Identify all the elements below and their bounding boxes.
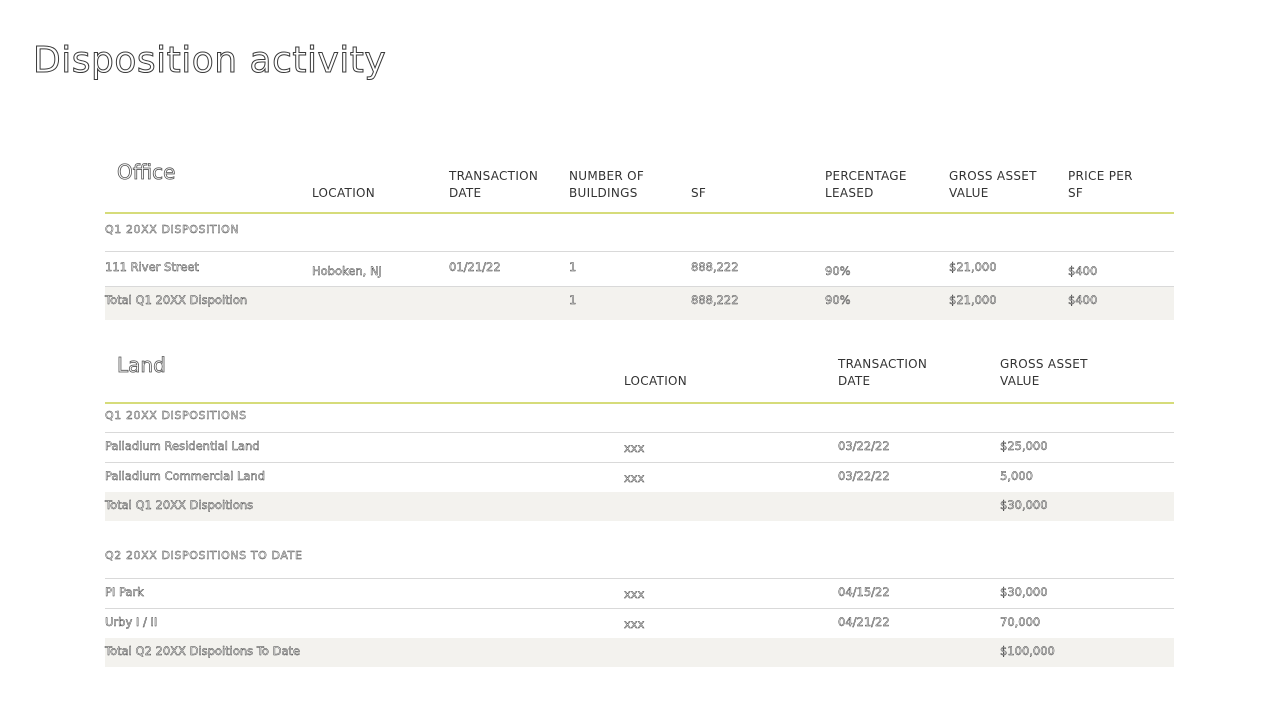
row-location: Hoboken, NJ [312,264,382,278]
row-name: Urby I / II [105,615,158,629]
total-leased: 90% [825,293,851,307]
total-sf: 888,222 [691,293,739,307]
land-header-gross-asset-value: GROSS ASSET VALUE [1000,357,1088,388]
divider [105,578,1174,579]
office-header-percentage-leased: PERCENTAGE LEASED [825,169,907,200]
row-gav: $21,000 [949,260,997,274]
land-header-rule [105,402,1174,404]
office-header-price-per-sf: PRICE PER SF [1068,169,1133,200]
land-total-row: Total Q2 20XX Dispoitions To Date $100,0… [105,638,1174,667]
row-location: xxx [624,471,645,485]
office-section-title: Office [117,160,176,185]
land-group-label: Q1 20XX DISPOSITIONS [105,409,247,422]
office-header-sf: SF [691,186,707,200]
row-sf: 888,222 [691,260,739,274]
row-name: Palladium Residential Land [105,439,260,453]
row-date: 01/21/22 [449,260,501,274]
total-gav: $100,000 [1000,644,1055,658]
land-header-transaction-date: TRANSACTION DATE [838,357,928,388]
row-date: 04/21/22 [838,615,890,629]
total-gav: $21,000 [949,293,997,307]
divider [105,432,1174,433]
row-gav: 5,000 [1000,469,1033,483]
row-gav: 70,000 [1000,615,1041,629]
row-location: xxx [624,587,645,601]
row-psf: $400 [1068,264,1098,278]
office-group-label: Q1 20XX DISPOSITION [105,223,240,236]
page-title: Disposition activity [32,40,387,82]
row-gav: $25,000 [1000,439,1048,453]
divider [105,462,1174,463]
office-header-transaction-date: TRANSACTION DATE [449,169,539,200]
total-buildings: 1 [569,293,577,307]
row-name: Palladium Commercial Land [105,469,266,483]
office-total-row: Total Q1 20XX Dispoition 1 888,222 90% $… [105,287,1174,320]
row-date: 03/22/22 [838,469,890,483]
total-psf: $400 [1068,293,1098,307]
land-total-row: Total Q1 20XX Dispoitions $30,000 [105,492,1174,521]
total-name: Total Q2 20XX Dispoitions To Date [105,644,301,658]
total-gav: $30,000 [1000,498,1048,512]
row-date: 04/15/22 [838,585,890,599]
land-group-label: Q2 20XX DISPOSITIONS TO DATE [105,549,303,562]
row-leased: 90% [825,264,851,278]
land-header-location: LOCATION [624,374,688,388]
divider [105,608,1174,609]
office-header-number-of-buildings: NUMBER OF BUILDINGS [569,169,645,200]
total-name: Total Q1 20XX Dispoitions [105,498,254,512]
office-header-location: LOCATION [312,186,376,200]
row-date: 03/22/22 [838,439,890,453]
divider [105,251,1174,252]
land-section-title: Land [117,353,167,378]
office-header-rule [105,212,1174,214]
office-header-gross-asset-value: GROSS ASSET VALUE [949,169,1037,200]
row-name: 111 River Street [105,260,199,274]
row-location: xxx [624,617,645,631]
row-buildings: 1 [569,260,577,274]
row-location: xxx [624,441,645,455]
row-name: PI Park [105,585,144,599]
row-gav: $30,000 [1000,585,1048,599]
total-name: Total Q1 20XX Dispoition [105,293,248,307]
